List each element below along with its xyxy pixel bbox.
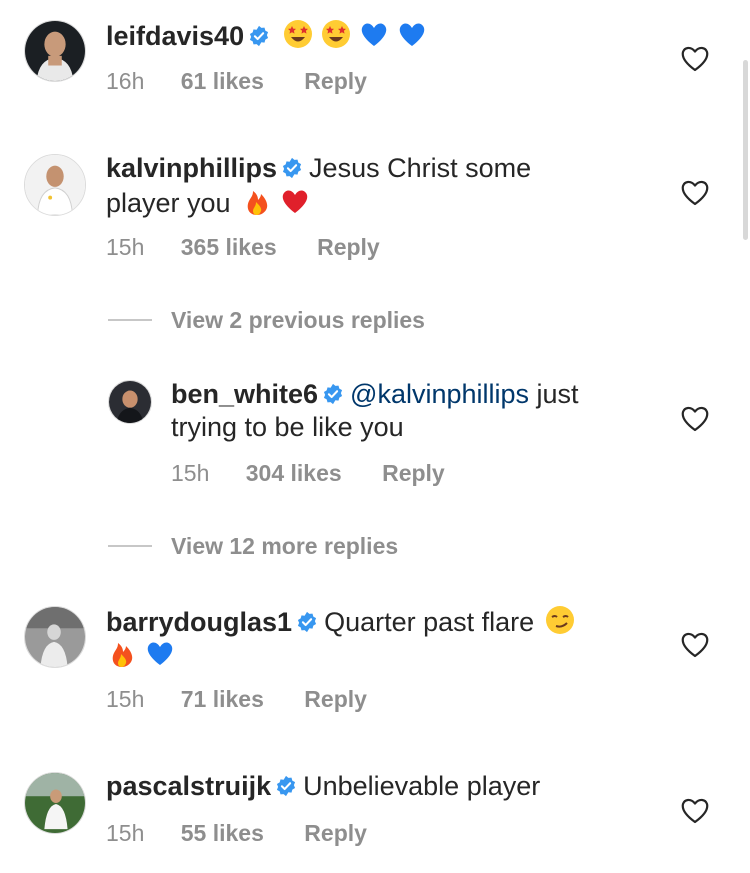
- avatar[interactable]: [108, 380, 152, 424]
- avatar[interactable]: [24, 154, 86, 216]
- avatar[interactable]: [24, 20, 86, 82]
- verified-badge-icon: [248, 22, 270, 47]
- avatar[interactable]: [24, 772, 86, 834]
- verified-badge-icon: [296, 608, 318, 633]
- comment-text-line2: player you: [106, 185, 311, 220]
- comment-text: kalvinphillips Jesus Christ some: [106, 152, 531, 185]
- reply-meta: 15h 304 likes Reply: [171, 460, 445, 487]
- like-heart-icon[interactable]: [680, 404, 710, 432]
- view-more-replies-button[interactable]: View 12 more replies: [171, 533, 398, 560]
- scrollbar[interactable]: [743, 60, 748, 240]
- verified-badge-icon: [281, 154, 303, 179]
- reply-button[interactable]: Reply: [304, 68, 367, 95]
- like-heart-icon[interactable]: [680, 178, 710, 206]
- blue-heart-emoji: [144, 637, 176, 669]
- comment-text: pascalstruijk Unbelievable player: [106, 770, 540, 803]
- verified-badge-icon: [275, 772, 297, 797]
- likes-count[interactable]: 365 likes: [181, 234, 277, 261]
- likes-count[interactable]: 55 likes: [181, 820, 264, 847]
- reply-button[interactable]: Reply: [317, 234, 380, 261]
- fire-emoji: [106, 637, 138, 669]
- username[interactable]: pascalstruijk: [106, 771, 271, 801]
- view-replies-line: [108, 545, 152, 547]
- like-heart-icon[interactable]: [680, 630, 710, 658]
- star-struck-emoji: [282, 18, 314, 50]
- view-replies-line: [108, 319, 152, 321]
- view-previous-replies-button[interactable]: View 2 previous replies: [171, 307, 425, 334]
- likes-count[interactable]: 304 likes: [246, 460, 342, 487]
- timestamp: 15h: [106, 686, 145, 712]
- likes-count[interactable]: 71 likes: [181, 686, 264, 713]
- reply-button[interactable]: Reply: [304, 820, 367, 847]
- timestamp: 16h: [106, 68, 145, 94]
- smirk-emoji: [544, 604, 576, 636]
- red-heart-emoji: [279, 185, 311, 217]
- likes-count[interactable]: 61 likes: [181, 68, 264, 95]
- comment-body-line2: player you: [106, 188, 231, 218]
- comment-body: Unbelievable player: [303, 771, 541, 801]
- comment-body: Quarter past flare: [324, 607, 535, 637]
- timestamp: 15h: [106, 820, 145, 846]
- reply-text-line2: trying to be like you: [171, 411, 404, 444]
- comment-text: barrydouglas1 Quarter past flare: [106, 604, 576, 639]
- star-struck-emoji: [320, 18, 352, 50]
- mention-link[interactable]: @kalvinphillips: [350, 379, 529, 409]
- fire-emoji: [241, 185, 273, 217]
- reply-text: ben_white6 @kalvinphillips just: [171, 378, 579, 411]
- comment-meta: 15h 71 likes Reply: [106, 686, 367, 713]
- comment-meta: 15h 55 likes Reply: [106, 820, 367, 847]
- reply-button[interactable]: Reply: [382, 460, 445, 487]
- comment-text: leifdavis40: [106, 18, 428, 53]
- reply-body-line2: trying to be like you: [171, 412, 404, 442]
- like-heart-icon[interactable]: [680, 44, 710, 72]
- timestamp: 15h: [106, 234, 145, 260]
- comment-text-line2: [106, 637, 176, 672]
- reply-body: just: [536, 379, 579, 409]
- blue-heart-emoji: [396, 18, 428, 50]
- blue-heart-emoji: [358, 18, 390, 50]
- username[interactable]: leifdavis40: [106, 21, 244, 51]
- verified-badge-icon: [322, 380, 344, 405]
- comment-meta: 15h 365 likes Reply: [106, 234, 380, 261]
- comment-body: Jesus Christ some: [309, 153, 532, 183]
- reply-button[interactable]: Reply: [304, 686, 367, 713]
- username[interactable]: barrydouglas1: [106, 607, 292, 637]
- avatar[interactable]: [24, 606, 86, 668]
- like-heart-icon[interactable]: [680, 796, 710, 824]
- username[interactable]: kalvinphillips: [106, 153, 277, 183]
- timestamp: 15h: [171, 460, 210, 486]
- comment-meta: 16h 61 likes Reply: [106, 68, 367, 95]
- username[interactable]: ben_white6: [171, 379, 318, 409]
